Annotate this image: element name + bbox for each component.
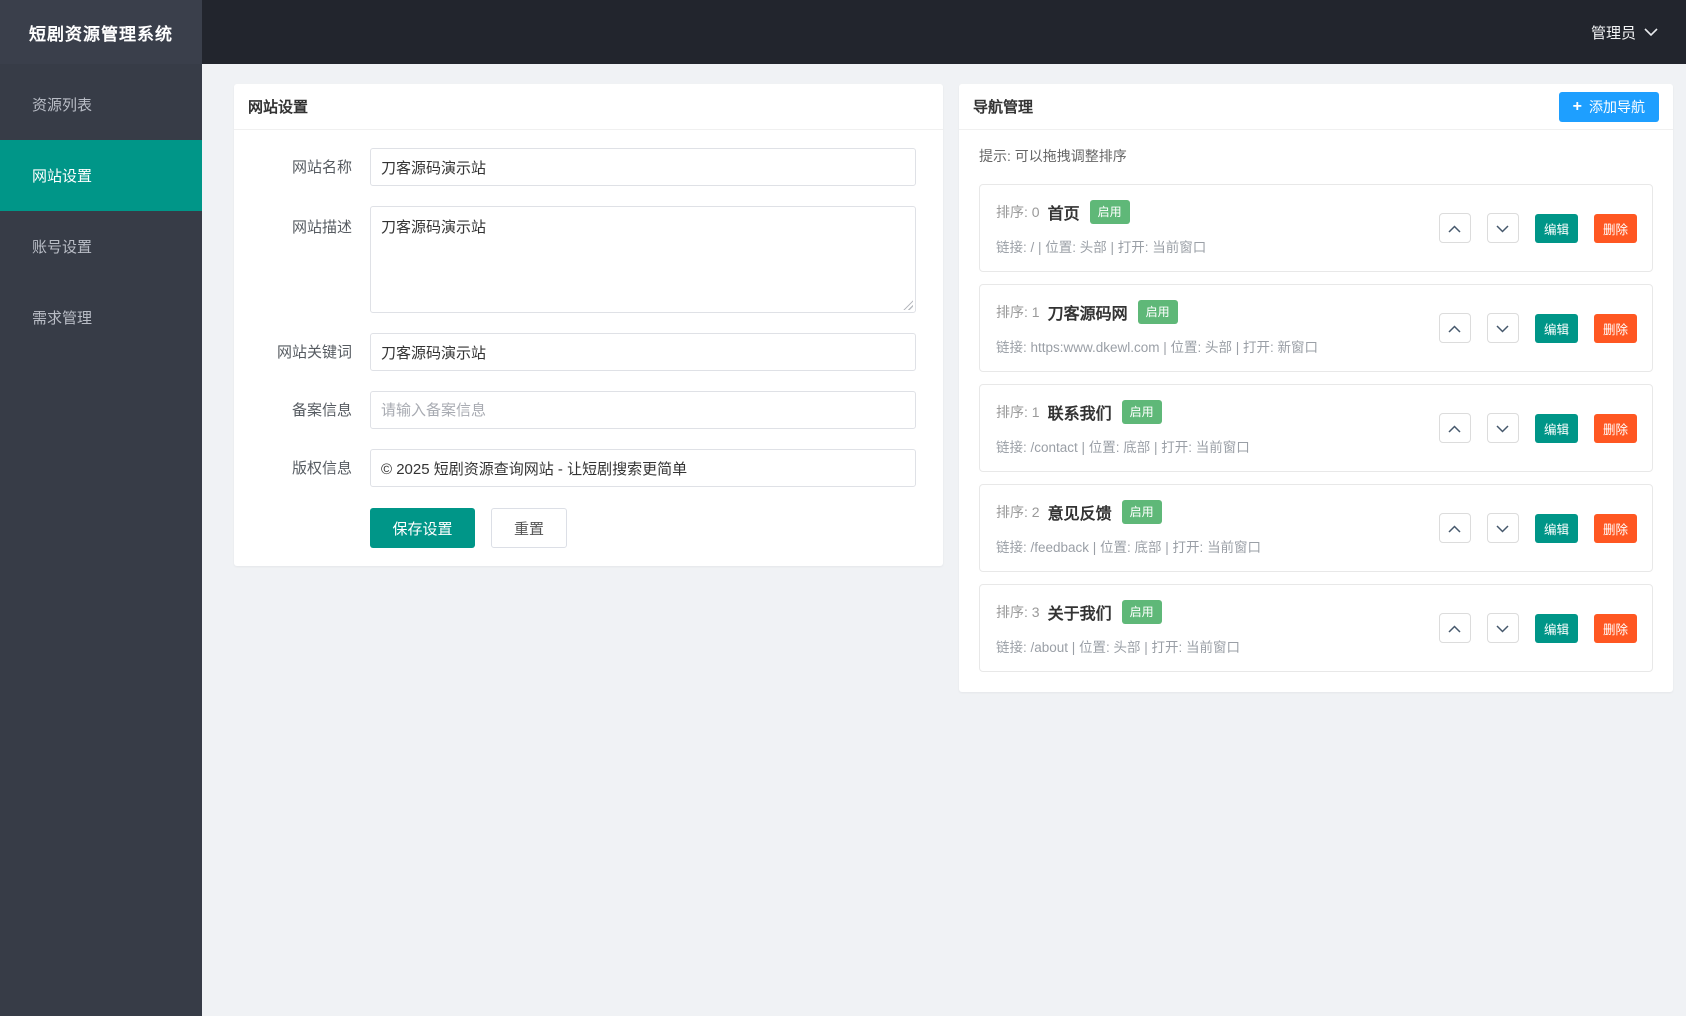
sidebar-item-label: 需求管理 <box>32 310 93 327</box>
nav-order: 排序: 1 <box>996 304 1040 320</box>
chevron-down-icon <box>1496 421 1509 436</box>
nav-title: 刀客源码网 <box>1047 306 1128 323</box>
chevron-down-icon <box>1644 27 1658 37</box>
sidebar-item-site-settings[interactable]: 网站设置 <box>0 140 202 211</box>
site-name-input[interactable] <box>370 148 916 186</box>
move-down-button[interactable] <box>1486 313 1519 343</box>
site-settings-title: 网站设置 <box>248 99 309 116</box>
plus-icon: + <box>1572 97 1582 115</box>
move-up-button[interactable] <box>1438 413 1471 443</box>
nav-item-feedback[interactable]: 排序: 2 意见反馈 启用 链接: /feedback | 位置: 底部 | 打… <box>979 484 1653 572</box>
edit-button[interactable]: 编辑 <box>1534 513 1578 543</box>
move-down-button[interactable] <box>1486 413 1519 443</box>
site-keywords-input[interactable] <box>370 333 916 371</box>
chevron-up-icon <box>1448 621 1461 636</box>
sidebar-item-resource-list[interactable]: 资源列表 <box>0 69 202 140</box>
move-up-button[interactable] <box>1438 513 1471 543</box>
user-menu-label: 管理员 <box>1590 24 1636 42</box>
nav-order: 排序: 1 <box>996 404 1040 420</box>
nav-management-title: 导航管理 <box>973 99 1034 116</box>
sidebar-item-demand-management[interactable]: 需求管理 <box>0 282 202 353</box>
sidebar-item-label: 网站设置 <box>32 168 93 185</box>
move-up-button[interactable] <box>1438 613 1471 643</box>
reset-button[interactable]: 重置 <box>491 508 567 548</box>
user-menu[interactable]: 管理员 <box>1591 0 1658 64</box>
edit-button[interactable]: 编辑 <box>1534 613 1578 643</box>
chevron-up-icon <box>1448 421 1461 436</box>
site-settings-form: 网站名称 网站描述 刀客源码演示站 网站关键词 备案信息 版权信息 <box>234 130 943 566</box>
nav-order: 排序: 2 <box>996 504 1040 520</box>
nav-hint: 提示: 可以拖拽调整排序 <box>979 148 1127 164</box>
page: 短剧资源管理系统 管理员 资源列表 网站设置 账号设置 需求管理 网站设置 网站… <box>0 0 1686 1016</box>
edit-button[interactable]: 编辑 <box>1534 413 1578 443</box>
chevron-down-icon <box>1496 521 1509 536</box>
edit-button[interactable]: 编辑 <box>1534 213 1578 243</box>
site-description-textarea[interactable]: 刀客源码演示站 <box>370 206 916 313</box>
nav-management-card: 导航管理 + 添加导航 提示: 可以拖拽调整排序 排序: 0 首页 启用 链接:… <box>959 84 1673 692</box>
chevron-down-icon <box>1496 321 1509 336</box>
form-row-site-keywords: 网站关键词 <box>246 333 916 371</box>
status-badge: 启用 <box>1121 600 1162 624</box>
icp-input[interactable] <box>370 391 916 429</box>
delete-button[interactable]: 删除 <box>1593 413 1637 443</box>
sidebar: 资源列表 网站设置 账号设置 需求管理 <box>0 64 202 1016</box>
nav-title: 意见反馈 <box>1047 506 1112 523</box>
nav-item-about[interactable]: 排序: 3 关于我们 启用 链接: /about | 位置: 头部 | 打开: … <box>979 584 1653 672</box>
nav-item-home[interactable]: 排序: 0 首页 启用 链接: / | 位置: 头部 | 打开: 当前窗口 编辑… <box>979 184 1653 272</box>
form-buttons: 保存设置 重置 <box>370 508 916 548</box>
move-down-button[interactable] <box>1486 613 1519 643</box>
site-name-label: 网站名称 <box>291 159 352 176</box>
nav-management-card-header: 导航管理 + 添加导航 <box>959 84 1673 130</box>
site-description-wrap: 刀客源码演示站 <box>370 206 916 313</box>
move-down-button[interactable] <box>1486 213 1519 243</box>
nav-title: 关于我们 <box>1047 606 1112 623</box>
chevron-up-icon <box>1448 521 1461 536</box>
delete-button[interactable]: 删除 <box>1593 213 1637 243</box>
nav-order: 排序: 3 <box>996 604 1040 620</box>
form-row-icp: 备案信息 <box>246 391 916 429</box>
chevron-down-icon <box>1496 621 1509 636</box>
nav-order: 排序: 0 <box>996 204 1040 220</box>
topbar: 短剧资源管理系统 管理员 <box>0 0 1686 64</box>
add-nav-button[interactable]: + 添加导航 <box>1558 91 1659 122</box>
status-badge: 启用 <box>1121 500 1162 524</box>
status-badge: 启用 <box>1121 400 1162 424</box>
nav-item-dkewl[interactable]: 排序: 1 刀客源码网 启用 链接: https:www.dkewl.com |… <box>979 284 1653 372</box>
nav-list: 提示: 可以拖拽调整排序 排序: 0 首页 启用 链接: / | 位置: 头部 … <box>959 130 1673 692</box>
nav-title: 联系我们 <box>1047 406 1112 423</box>
form-row-site-description: 网站描述 刀客源码演示站 <box>246 206 916 313</box>
move-up-button[interactable] <box>1438 213 1471 243</box>
site-keywords-label: 网站关键词 <box>276 344 352 361</box>
chevron-up-icon <box>1448 321 1461 336</box>
form-row-copyright: 版权信息 <box>246 449 916 487</box>
app-logo: 短剧资源管理系统 <box>0 0 202 64</box>
move-up-button[interactable] <box>1438 313 1471 343</box>
app-title: 短剧资源管理系统 <box>29 24 173 44</box>
nav-item-contact[interactable]: 排序: 1 联系我们 启用 链接: /contact | 位置: 底部 | 打开… <box>979 384 1653 472</box>
nav-title: 首页 <box>1047 206 1080 223</box>
status-badge: 启用 <box>1089 200 1130 224</box>
delete-button[interactable]: 删除 <box>1593 313 1637 343</box>
save-settings-button[interactable]: 保存设置 <box>370 508 475 548</box>
move-down-button[interactable] <box>1486 513 1519 543</box>
chevron-up-icon <box>1448 221 1461 236</box>
site-settings-card-header: 网站设置 <box>234 84 943 130</box>
chevron-down-icon <box>1496 221 1509 236</box>
sidebar-item-account-settings[interactable]: 账号设置 <box>0 211 202 282</box>
delete-button[interactable]: 删除 <box>1593 613 1637 643</box>
sidebar-item-label: 账号设置 <box>32 239 93 256</box>
copyright-label: 版权信息 <box>291 460 352 477</box>
sidebar-item-label: 资源列表 <box>32 97 93 114</box>
status-badge: 启用 <box>1137 300 1178 324</box>
delete-button[interactable]: 删除 <box>1593 513 1637 543</box>
site-description-label: 网站描述 <box>291 219 352 236</box>
site-settings-card: 网站设置 网站名称 网站描述 刀客源码演示站 网站关键词 备案信息 <box>234 84 943 566</box>
add-nav-button-label: 添加导航 <box>1589 98 1645 115</box>
icp-label: 备案信息 <box>291 402 352 419</box>
copyright-input[interactable] <box>370 449 916 487</box>
edit-button[interactable]: 编辑 <box>1534 313 1578 343</box>
form-row-site-name: 网站名称 <box>246 148 916 186</box>
